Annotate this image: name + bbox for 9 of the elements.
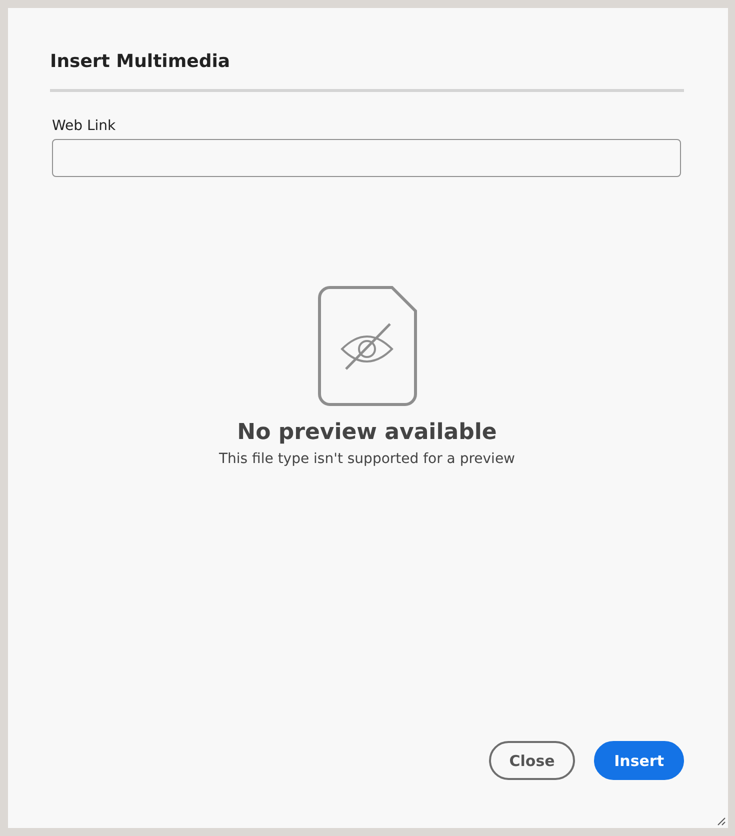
hidden-file-icon	[318, 286, 416, 406]
resize-grip-icon	[717, 817, 726, 826]
web-link-field[interactable]	[52, 139, 681, 177]
close-button[interactable]: Close	[489, 741, 576, 780]
preview-message: This file type isn't supported for a preview	[218, 451, 516, 467]
preview-heading: No preview available	[237, 420, 497, 445]
dialog-title: Insert Multimedia	[50, 50, 232, 74]
field-label: Web Link	[52, 118, 117, 134]
insert-button[interactable]: Insert	[594, 741, 684, 780]
